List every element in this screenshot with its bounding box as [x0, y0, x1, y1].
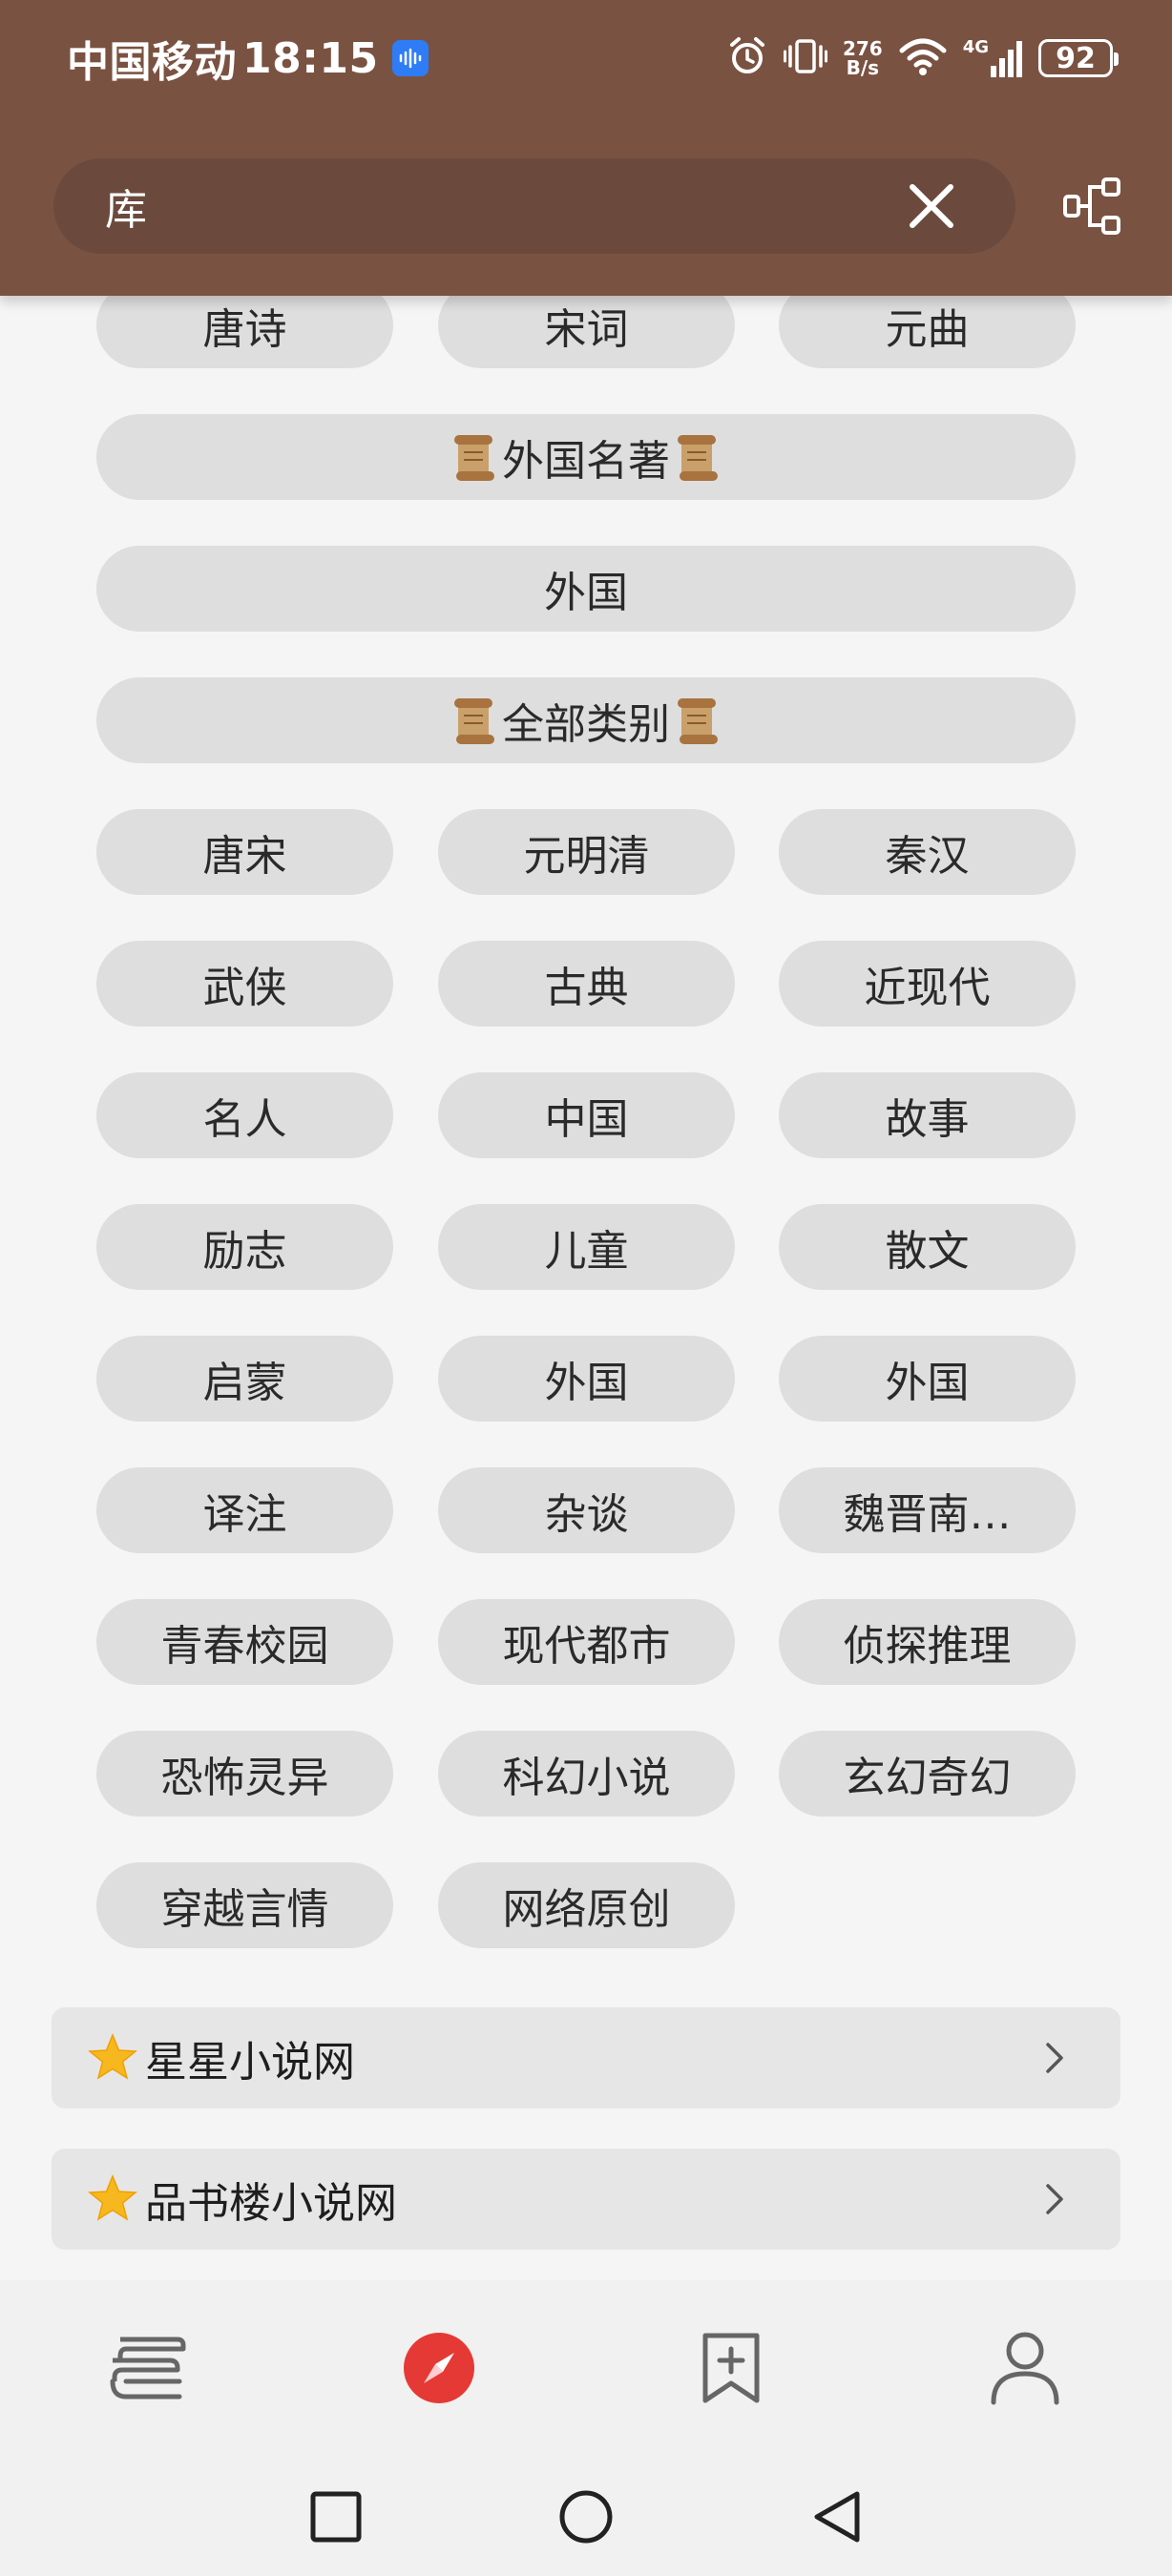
page: 唐诗 宋词 元曲 外国名著 外国 全部类别 唐宋 元明清 秦汉 武侠 古典 近现… [0, 0, 1172, 2576]
category-pill[interactable]: 魏晋南… [779, 1467, 1076, 1553]
category-pill[interactable]: 唐宋 [96, 809, 393, 895]
home-icon[interactable] [548, 2479, 624, 2555]
category-pill[interactable]: 古典 [438, 941, 735, 1027]
wifi-icon [898, 35, 948, 81]
category-pill[interactable]: 元明清 [438, 809, 735, 895]
category-pill[interactable]: 励志 [96, 1204, 393, 1290]
bookshelf-icon[interactable] [99, 2320, 195, 2416]
category-pill[interactable]: 启蒙 [96, 1336, 393, 1422]
category-pill[interactable]: 青春校园 [96, 1599, 393, 1685]
section-header-foreign[interactable]: 外国名著 [96, 414, 1076, 500]
scroll-icon [450, 695, 498, 746]
content-list[interactable]: 唐诗 宋词 元曲 外国名著 外国 全部类别 唐宋 元明清 秦汉 武侠 古典 近现… [0, 0, 1172, 2271]
category-pill[interactable]: 外国 [779, 1336, 1076, 1422]
category-pill[interactable]: 秦汉 [779, 809, 1076, 895]
alarm-icon [726, 35, 768, 81]
sitemap-icon[interactable] [1061, 176, 1124, 239]
back-icon[interactable] [798, 2479, 874, 2555]
recent-apps-icon[interactable] [298, 2479, 374, 2555]
category-pill[interactable]: 网络原创 [438, 1862, 735, 1948]
category-pill[interactable]: 侦探推理 [779, 1599, 1076, 1685]
site-row[interactable]: 品书楼小说网 [52, 2149, 1120, 2250]
star-icon [86, 2031, 139, 2085]
section-header-all[interactable]: 全部类别 [96, 677, 1076, 763]
category-pill[interactable]: 现代都市 [438, 1599, 735, 1685]
scroll-icon [450, 431, 498, 483]
clear-search-button[interactable] [905, 179, 958, 233]
vibrate-icon [783, 35, 827, 81]
category-pill[interactable]: 科幻小说 [438, 1731, 735, 1817]
category-pill-foreign[interactable]: 外国 [96, 546, 1076, 632]
status-bar: 中国移动 18:15 276 B/s 4G 92 [0, 0, 1172, 114]
signal-icon: 4G [963, 39, 1023, 77]
category-pill[interactable]: 玄幻奇幻 [779, 1731, 1076, 1817]
battery-indicator: 92 [1038, 39, 1119, 77]
category-pill[interactable]: 译注 [96, 1467, 393, 1553]
site-name: 星星小说网 [145, 2038, 355, 2087]
bookmark-add-icon[interactable] [683, 2320, 779, 2416]
site-row[interactable]: 星星小说网 [52, 2007, 1120, 2109]
profile-icon[interactable] [977, 2320, 1073, 2416]
category-pill[interactable]: 杂谈 [438, 1467, 735, 1553]
chevron-right-icon [1035, 2039, 1073, 2081]
category-pill[interactable]: 穿越言情 [96, 1862, 393, 1948]
clock: 18:15 [242, 33, 379, 83]
discover-compass-icon[interactable] [391, 2320, 487, 2416]
system-nav-bar [0, 2452, 1172, 2576]
category-pill[interactable]: 儿童 [438, 1204, 735, 1290]
category-pill[interactable]: 中国 [438, 1072, 735, 1158]
search-input-value: 库 [105, 186, 147, 235]
category-pill[interactable]: 外国 [438, 1336, 735, 1422]
category-pill[interactable]: 近现代 [779, 941, 1076, 1027]
category-pill[interactable]: 名人 [96, 1072, 393, 1158]
category-pill[interactable]: 武侠 [96, 941, 393, 1027]
voice-assistant-icon [391, 40, 429, 76]
app-header: 中国移动 18:15 276 B/s 4G 92 库 [0, 0, 1172, 296]
carrier-name: 中国移动 [67, 38, 237, 87]
category-pill[interactable]: 散文 [779, 1204, 1076, 1290]
scroll-icon [674, 431, 722, 483]
category-pill[interactable]: 恐怖灵异 [96, 1731, 393, 1817]
chevron-right-icon [1035, 2180, 1073, 2222]
scroll-icon [674, 695, 722, 746]
site-name: 品书楼小说网 [145, 2179, 397, 2228]
bottom-nav [0, 2280, 1172, 2452]
network-speed: 276 B/s [842, 37, 883, 79]
category-pill[interactable]: 故事 [779, 1072, 1076, 1158]
search-input[interactable]: 库 [53, 158, 1015, 254]
star-icon [86, 2172, 139, 2226]
